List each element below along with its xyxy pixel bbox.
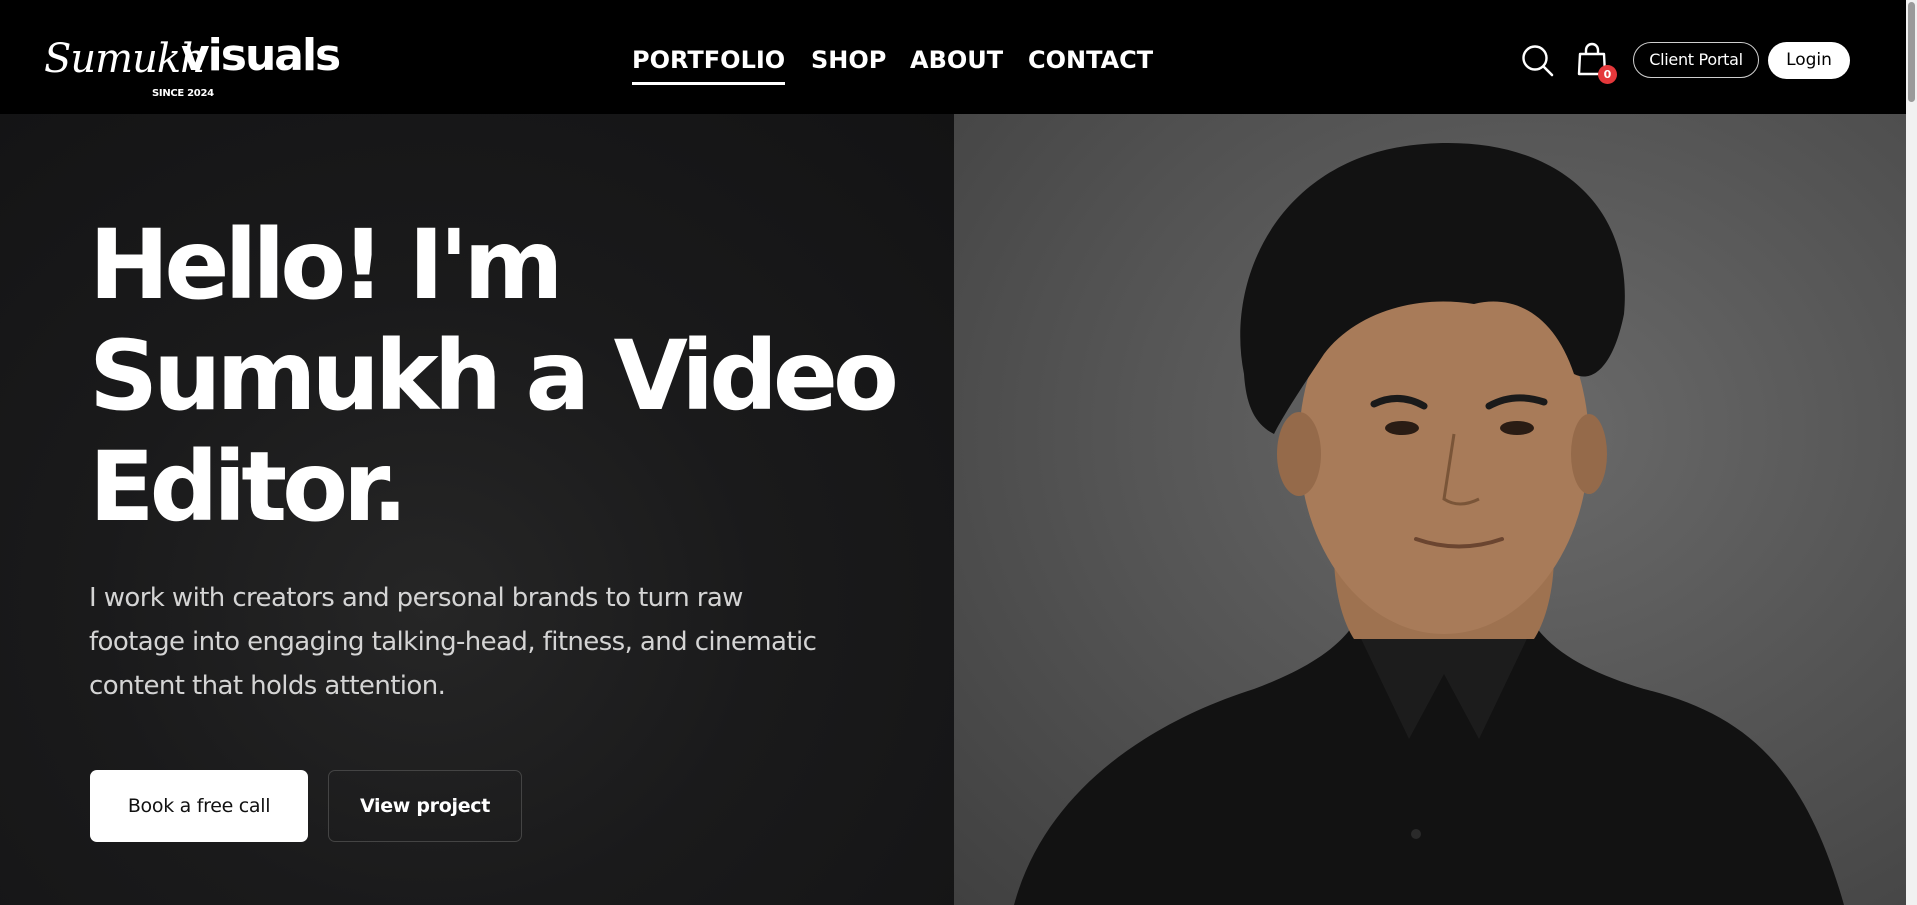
nav-item-label: SHOP xyxy=(811,46,887,74)
hero-description: I work with creators and personal brands… xyxy=(89,583,817,701)
page-scrollbar[interactable] xyxy=(1906,0,1917,905)
book-call-button[interactable]: Book a free call xyxy=(90,770,308,842)
nav-item-contact[interactable]: CONTACT xyxy=(1028,46,1153,74)
view-project-button[interactable]: View project xyxy=(328,770,522,842)
hero-intro: Hello! I'm Sumukh a Video Editor. I work… xyxy=(0,114,954,905)
search-icon xyxy=(1522,45,1554,77)
logo-bold-text: visuals xyxy=(181,30,341,81)
nav-item-label: ABOUT xyxy=(910,46,1004,74)
cart-button[interactable]: 0 xyxy=(1576,41,1620,87)
active-nav-underline xyxy=(632,82,786,85)
login-button[interactable]: Login xyxy=(1768,42,1850,79)
portrait-illustration xyxy=(1014,143,1844,905)
nav-item-label: PORTFOLIO xyxy=(632,46,786,74)
search-button[interactable] xyxy=(1521,44,1555,78)
cart-count-badge: 0 xyxy=(1598,65,1617,84)
scrollbar-thumb[interactable] xyxy=(1908,2,1915,102)
client-portal-button[interactable]: Client Portal xyxy=(1633,42,1759,78)
portrait-photo xyxy=(954,114,1906,905)
nav-item-about[interactable]: ABOUT xyxy=(910,46,1003,74)
hero-title: Hello! I'm Sumukh a Video Editor. xyxy=(89,209,899,543)
brand-logo[interactable]: Sumukh visuals SINCE 2024 xyxy=(44,30,344,105)
site-header: Sumukh visuals SINCE 2024 PORTFOLIO SHOP… xyxy=(0,0,1906,114)
nav-item-portfolio[interactable]: PORTFOLIO xyxy=(632,46,786,85)
logo-tagline: SINCE 2024 xyxy=(152,88,214,99)
nav-item-shop[interactable]: SHOP xyxy=(811,46,886,74)
nav-item-label: CONTACT xyxy=(1028,46,1154,74)
